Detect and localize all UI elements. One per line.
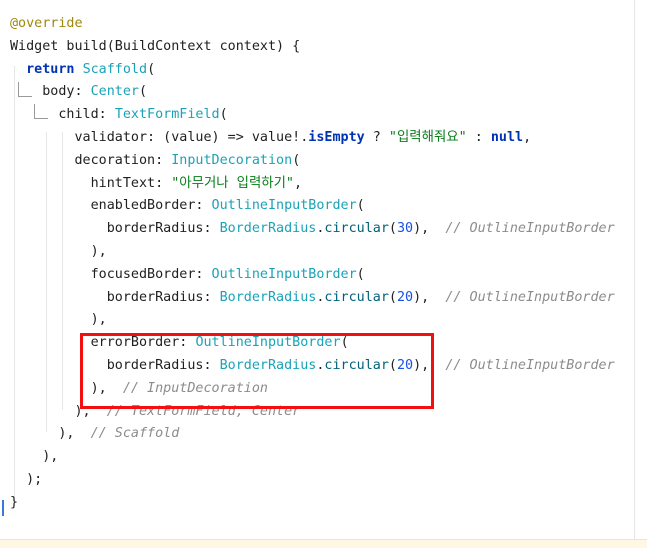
code-token: focusedBorder: bbox=[10, 266, 212, 282]
code-token: body: bbox=[10, 84, 91, 100]
code-token: // OutlineInputBorder bbox=[445, 358, 615, 373]
error-border-highlight bbox=[80, 333, 434, 409]
code-line[interactable]: ), bbox=[10, 446, 58, 468]
code-token: ( bbox=[388, 221, 397, 237]
code-token: ), bbox=[10, 312, 107, 328]
code-line[interactable]: Widget build(BuildContext context) { bbox=[10, 36, 300, 58]
editor-right-margin bbox=[634, 0, 635, 540]
code-token: ( bbox=[139, 84, 148, 100]
code-token: // OutlineInputBorder bbox=[445, 221, 615, 237]
code-token: ), bbox=[10, 449, 59, 465]
code-token: ), bbox=[10, 426, 91, 442]
code-line[interactable]: validator: (value) => value!.isEmpty ? "… bbox=[10, 127, 531, 149]
code-line[interactable]: body: Center( bbox=[10, 81, 147, 103]
code-token: ( bbox=[219, 107, 228, 123]
code-token: ), bbox=[413, 289, 446, 305]
code-line[interactable]: hintText: "아무거나 입력하기", bbox=[10, 173, 302, 195]
code-token: decoration: bbox=[10, 152, 172, 168]
code-token: ( bbox=[388, 289, 397, 305]
code-token: return bbox=[26, 61, 75, 77]
code-token: , bbox=[523, 130, 532, 145]
code-token: ( bbox=[292, 152, 301, 168]
code-token: Widget build(BuildContext context) { bbox=[10, 38, 301, 54]
code-token: ? bbox=[364, 130, 389, 145]
code-token: BorderRadius bbox=[219, 221, 317, 237]
code-token: circular bbox=[324, 221, 389, 237]
code-token: 30 bbox=[396, 221, 414, 237]
code-token: Scaffold bbox=[82, 61, 148, 77]
code-line[interactable]: } bbox=[10, 492, 18, 514]
code-token: enabledBorder: bbox=[10, 198, 212, 214]
text-caret bbox=[2, 500, 4, 516]
code-line[interactable]: focusedBorder: OutlineInputBorder( bbox=[10, 264, 365, 286]
code-line[interactable]: enabledBorder: OutlineInputBorder( bbox=[10, 195, 365, 217]
code-token: borderRadius: bbox=[10, 221, 220, 237]
code-line[interactable]: child: TextFormField( bbox=[10, 104, 228, 126]
code-token: circular bbox=[324, 289, 389, 305]
code-token: hintText: bbox=[10, 175, 172, 191]
code-token: 20 bbox=[396, 289, 414, 305]
code-line[interactable]: @override bbox=[10, 13, 83, 35]
code-token: // OutlineInputBorder bbox=[445, 289, 615, 305]
code-token: // Scaffold bbox=[90, 426, 180, 442]
code-token: } bbox=[10, 494, 19, 510]
code-token: OutlineInputBorder bbox=[211, 198, 357, 214]
code-editor[interactable]: @override Widget build(BuildContext conte… bbox=[0, 0, 634, 537]
code-token: ), bbox=[413, 221, 446, 237]
code-line[interactable]: borderRadius: BorderRadius.circular(20),… bbox=[10, 287, 615, 309]
code-token: "아무거나 입력하기" bbox=[171, 175, 294, 191]
code-token: TextFormField bbox=[114, 107, 220, 123]
code-line[interactable]: ); bbox=[10, 469, 42, 491]
code-token: null bbox=[490, 130, 524, 145]
code-token: child: bbox=[10, 107, 115, 123]
code-line[interactable]: borderRadius: BorderRadius.circular(30),… bbox=[10, 218, 615, 240]
code-token: ( bbox=[356, 198, 365, 214]
code-token: ( bbox=[147, 61, 156, 77]
code-token: Center bbox=[90, 84, 139, 100]
code-token: @override bbox=[10, 16, 83, 31]
code-token: ); bbox=[10, 472, 43, 487]
code-token: "입력해줘요" bbox=[388, 130, 467, 145]
code-token: , bbox=[294, 175, 303, 191]
code-token: BorderRadius bbox=[219, 289, 317, 305]
code-line[interactable]: ), bbox=[10, 309, 107, 331]
code-token: InputDecoration bbox=[171, 152, 293, 168]
code-token: validator: (value) => value!. bbox=[10, 130, 309, 145]
code-token: borderRadius: bbox=[10, 289, 220, 305]
code-token: OutlineInputBorder bbox=[211, 266, 357, 282]
code-line[interactable]: return Scaffold( bbox=[10, 59, 155, 81]
code-line[interactable]: ), bbox=[10, 241, 107, 263]
code-line[interactable]: ), // Scaffold bbox=[10, 423, 179, 445]
code-token: isEmpty bbox=[308, 130, 365, 145]
code-token: ( bbox=[356, 266, 365, 282]
code-token: : bbox=[466, 130, 491, 145]
code-token: ), bbox=[10, 244, 107, 259]
code-line[interactable]: decoration: InputDecoration( bbox=[10, 150, 300, 172]
